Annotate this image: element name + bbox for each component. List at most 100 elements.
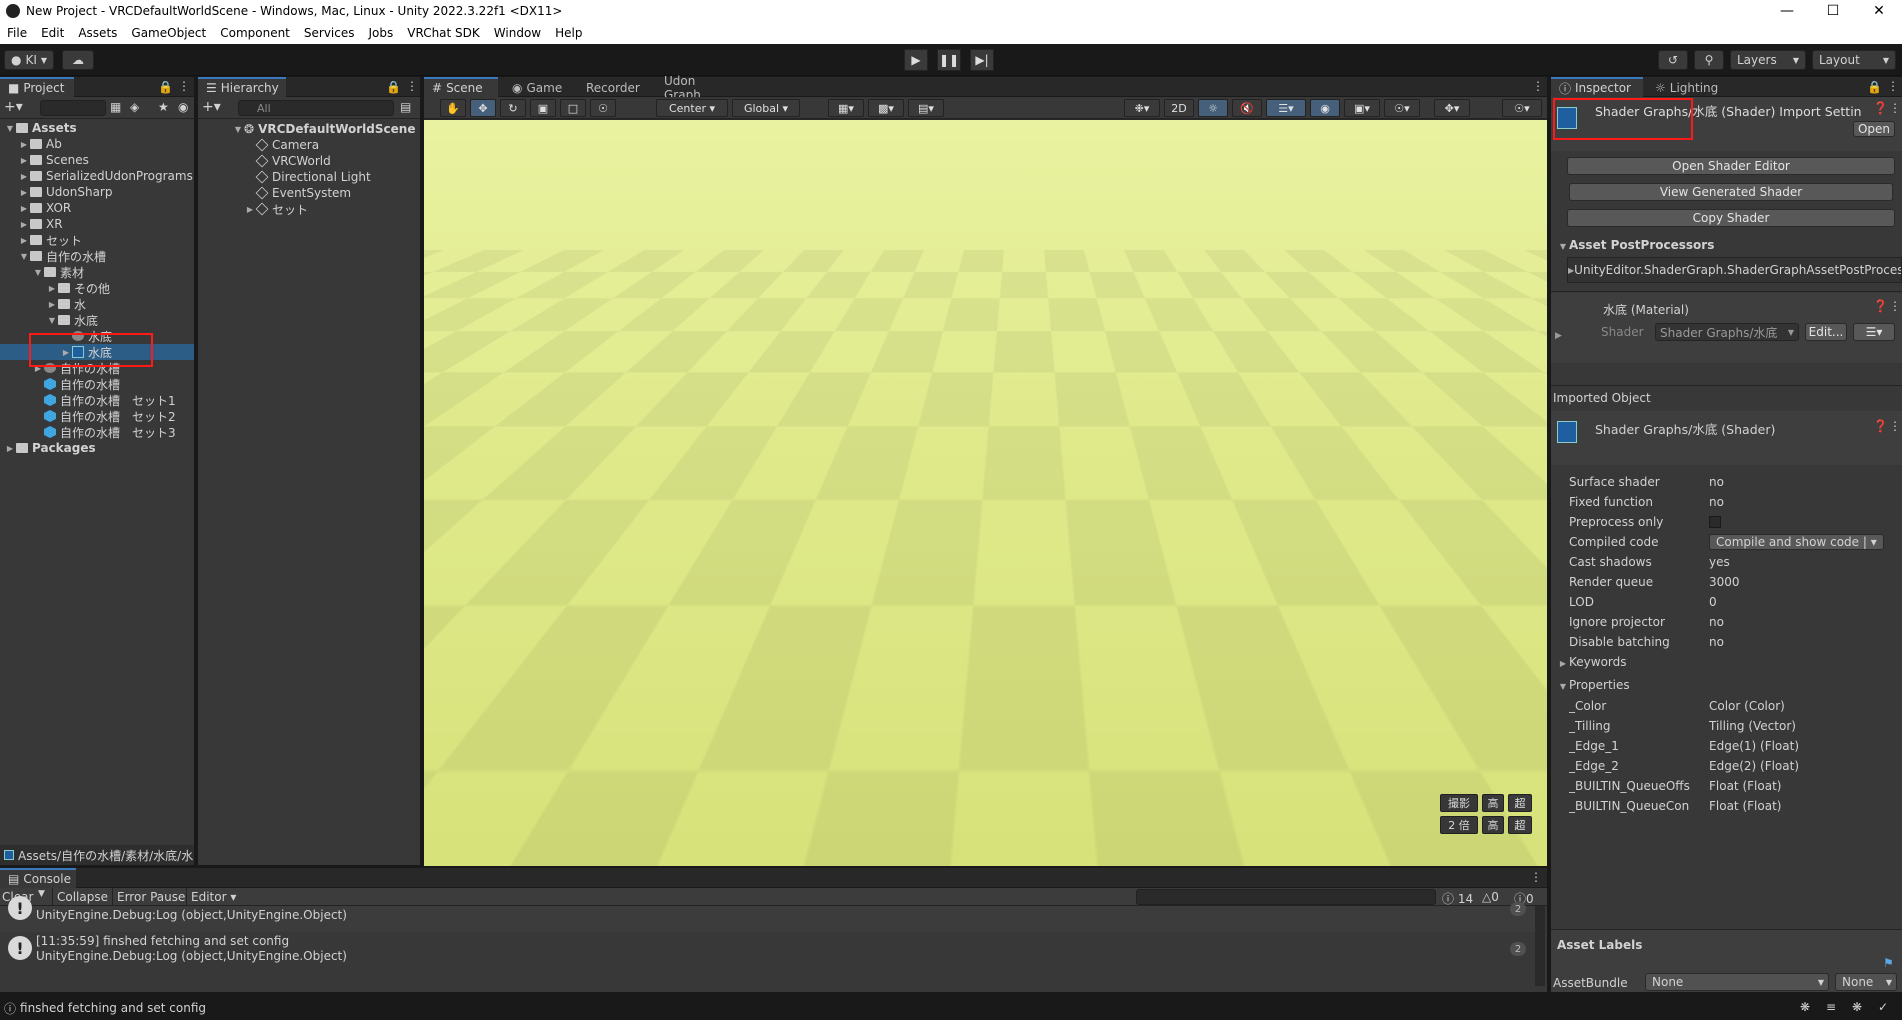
properties-foldout[interactable]: ▼ Properties (1557, 678, 1630, 692)
project-item[interactable]: 自作の水槽 セット3 (0, 424, 194, 440)
open-shader-editor-button[interactable]: Open Shader Editor (1567, 157, 1895, 175)
scene-viewport[interactable]: 撮影 高 超 2 倍 高 超 (424, 120, 1547, 866)
more-icon[interactable]: ⋮ (178, 79, 190, 93)
tab-console[interactable]: ▤ Console (0, 868, 76, 888)
console-scrollbar[interactable] (1535, 906, 1545, 986)
draw-mode-button[interactable]: ❉▾ (1124, 99, 1160, 117)
orientation-button[interactable]: ✥▾ (1434, 99, 1470, 117)
warning-count[interactable]: △0 (1482, 890, 1499, 904)
tab-game[interactable]: ◉ Game (504, 77, 574, 97)
overlay-button-high[interactable]: 高 (1482, 794, 1504, 812)
lighting-toggle[interactable]: ☼ (1198, 99, 1228, 117)
hierarchy-item[interactable]: EventSystem (255, 185, 351, 201)
info-count[interactable]: ⓘ 14 (1442, 890, 1473, 907)
network-icon[interactable]: ≡ (1826, 1000, 1836, 1014)
filter-label-icon[interactable]: ◈ (130, 100, 139, 114)
copy-shader-button[interactable]: Copy Shader (1567, 209, 1895, 227)
hierarchy-search-input[interactable]: All (238, 100, 394, 116)
project-item[interactable]: ▶ Ab (0, 136, 194, 152)
editor-dropdown[interactable]: Editor ▾ (186, 888, 240, 906)
menu-gameobject[interactable]: GameObject (124, 26, 213, 40)
project-item[interactable]: ▶ Packages (0, 440, 194, 456)
collapse-button[interactable]: Collapse (52, 888, 112, 906)
hierarchy-item[interactable]: ▶ セット (244, 201, 308, 217)
tab-hierarchy[interactable]: ☰ Hierarchy (198, 77, 286, 97)
hierarchy-item[interactable]: Directional Light (255, 169, 371, 185)
menu-window[interactable]: Window (487, 26, 548, 40)
shader-menu-button[interactable]: ☰▾ (1853, 323, 1895, 341)
cloud-button[interactable]: ☁ (62, 50, 94, 70)
add-icon[interactable]: +▾ (202, 99, 221, 115)
layout-dropdown[interactable]: Layout ▼ (1812, 50, 1896, 70)
label-tag-icon[interactable]: ⚑ (1883, 956, 1894, 970)
hierarchy-item[interactable]: VRCWorld (255, 153, 331, 169)
menu-services[interactable]: Services (297, 26, 362, 40)
postprocessor-item[interactable]: ▶ UnityEditor.ShaderGraph.ShaderGraphAsse… (1567, 257, 1902, 283)
filter-type-icon[interactable]: ▦ (110, 100, 121, 114)
check-icon[interactable]: ✓ (1878, 1000, 1888, 1014)
status-message[interactable]: finshed fetching and set config (20, 1001, 206, 1015)
bug-icon[interactable]: ❋ (1800, 1000, 1810, 1014)
project-item[interactable]: ▼ 素材 (0, 264, 194, 280)
scale-tool-button[interactable]: ▣ (530, 99, 556, 117)
pause-button[interactable]: ❚❚ (937, 49, 961, 71)
error-pause-button[interactable]: Error Pause (112, 888, 189, 906)
project-item[interactable]: ▶ XR (0, 216, 194, 232)
close-button[interactable]: ✕ (1856, 0, 1902, 22)
assetbundle-variant-dropdown[interactable]: None ▼ (1835, 973, 1897, 991)
tab-recorder[interactable]: Recorder (578, 77, 652, 97)
overlay-button-ultra[interactable]: 超 (1508, 816, 1532, 834)
assetbundle-dropdown[interactable]: None ▼ (1645, 973, 1829, 991)
layers-dropdown[interactable]: Layers ▼ (1730, 50, 1806, 70)
lock-icon[interactable]: 🔒 (386, 80, 401, 94)
lock-icon[interactable]: 🔒 (158, 80, 173, 94)
project-item[interactable]: ▶ その他 (0, 280, 194, 296)
space-dropdown[interactable]: Global ▾ (732, 99, 800, 117)
more-icon[interactable]: ⋮ (1887, 79, 1899, 93)
keywords-foldout[interactable]: ▶ Keywords (1557, 655, 1627, 669)
debug-icon[interactable]: ❋ (1852, 1000, 1862, 1014)
tab-udon-graph[interactable]: Udon Graph (656, 74, 742, 102)
tab-inspector[interactable]: ⓘ Inspector (1551, 77, 1643, 97)
overlay-button[interactable]: ☉▾ (1502, 99, 1542, 117)
search-button[interactable]: ⚲ (1694, 50, 1724, 70)
more-icon[interactable]: ⋮ (1889, 299, 1901, 313)
console-row[interactable]: ! [11:35:59] finshed fetching and set co… (0, 932, 1544, 966)
more-icon[interactable]: ⋮ (1532, 79, 1544, 93)
history-button[interactable]: ↺ (1658, 50, 1688, 70)
gizmos-button[interactable]: ☉▾ (1384, 99, 1420, 117)
menu-component[interactable]: Component (213, 26, 297, 40)
project-item[interactable]: 自作の水槽 セット2 (0, 408, 194, 424)
more-icon[interactable]: ⋮ (1889, 419, 1901, 433)
edit-shader-button[interactable]: Edit... (1805, 323, 1847, 341)
project-item[interactable]: ▼ 水底 (0, 312, 194, 328)
transform-tool-button[interactable]: ☉ (590, 99, 616, 117)
project-item[interactable]: ▼ 自作の水槽 (0, 248, 194, 264)
project-item[interactable]: ▶ SerializedUdonPrograms (0, 168, 194, 184)
help-icon[interactable]: ❓ (1873, 419, 1888, 433)
grid-snap-button[interactable]: ▦▾ (828, 99, 864, 117)
help-icon[interactable]: ❓ (1873, 299, 1888, 313)
project-item[interactable]: ▶ Scenes (0, 152, 194, 168)
lock-icon[interactable]: 🔒 (1867, 80, 1882, 94)
postprocessors-header[interactable]: ▼ Asset PostProcessors (1557, 238, 1714, 252)
hand-tool-button[interactable]: ✋ (440, 99, 466, 117)
tab-lighting[interactable]: ☼ Lighting (1647, 77, 1739, 97)
menu-help[interactable]: Help (548, 26, 589, 40)
console-row[interactable]: ! UnityEngine.Debug:Log (object,UnityEng… (0, 896, 1544, 932)
overlay-button-2x[interactable]: 2 倍 (1440, 816, 1478, 834)
hierarchy-item[interactable]: Camera (255, 137, 319, 153)
project-search-input[interactable] (40, 100, 106, 116)
project-item[interactable]: ▶ UdonSharp (0, 184, 194, 200)
clear-options-icon[interactable]: ▼ (38, 889, 45, 899)
chevron-down-icon[interactable]: | ▾ (1859, 535, 1877, 549)
rect-tool-button[interactable]: □ (560, 99, 586, 117)
maximize-button[interactable]: ☐ (1810, 0, 1856, 22)
compile-show-code-button[interactable]: Compile and show code | ▾ (1709, 534, 1884, 550)
menu-vrchat-sdk[interactable]: VRChat SDK (400, 26, 487, 40)
2d-toggle[interactable]: 2D (1164, 99, 1194, 117)
add-icon[interactable]: +▾ (4, 99, 23, 115)
account-button[interactable]: ● KI ▼ (4, 50, 54, 70)
open-button[interactable]: Open (1853, 121, 1895, 137)
favorite-icon[interactable]: ★ (158, 100, 169, 114)
